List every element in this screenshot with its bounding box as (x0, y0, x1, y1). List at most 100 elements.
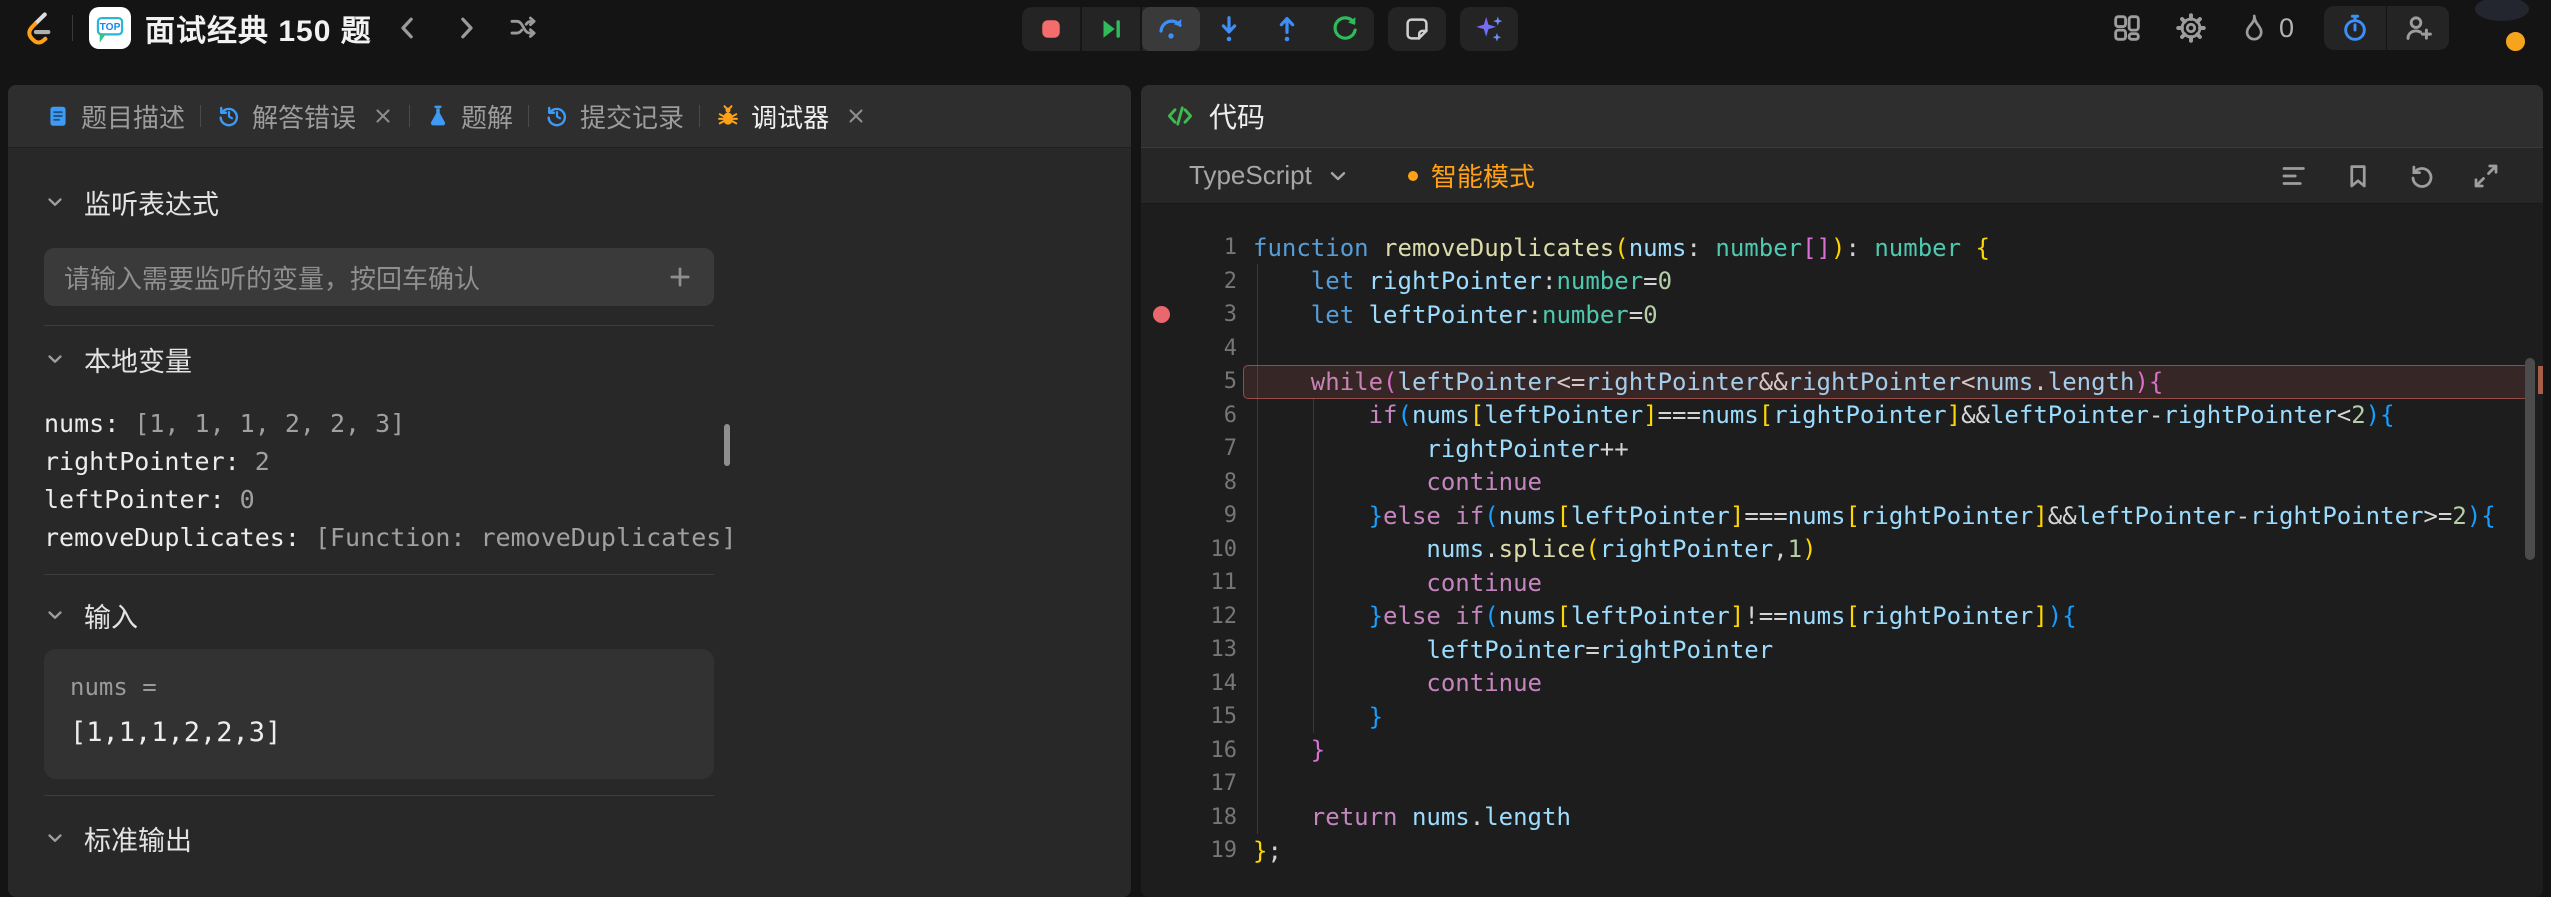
timer-button[interactable] (2324, 6, 2386, 50)
breakpoint-gutter[interactable] (1141, 306, 1181, 323)
code-line-11[interactable]: 11 continue (1141, 566, 2543, 600)
settings-gear-icon[interactable] (2174, 11, 2208, 45)
leetcode-logo-icon[interactable] (20, 10, 56, 46)
code-editor[interactable]: 1function removeDuplicates(nums: number[… (1141, 204, 2543, 897)
line-number: 11 (1181, 570, 1237, 595)
tab-wrong-answer[interactable]: 解答错误 (201, 98, 409, 135)
code-text: nums.splice(rightPointer,1) (1253, 535, 1817, 563)
tab-debugger[interactable]: 调试器 (700, 98, 882, 135)
layout-grid-icon[interactable] (2110, 11, 2144, 45)
code-line-2[interactable]: 2 let rightPointer:number=0 (1141, 265, 2543, 299)
overview-ruler-mark (2538, 366, 2543, 394)
watch-input-placeholder: 请输入需要监听的变量，按回车确认 (64, 259, 666, 296)
line-number: 9 (1181, 503, 1237, 528)
tab-solutions[interactable]: 题解 (410, 98, 528, 135)
input-section-header[interactable]: 输入 (44, 599, 714, 631)
stdout-section-header[interactable]: 标准输出 (44, 822, 714, 854)
code-line-14[interactable]: 14 continue (1141, 667, 2543, 701)
notes-button[interactable] (1388, 7, 1446, 51)
tab-label: 调试器 (751, 98, 829, 135)
daily-streak[interactable]: 0 (2238, 12, 2294, 44)
tab-problem-description[interactable]: 题目描述 (30, 98, 200, 135)
divider (44, 574, 714, 575)
close-icon[interactable] (372, 105, 394, 127)
left-panel-scrollbar[interactable] (724, 424, 730, 466)
code-line-16[interactable]: 16 } (1141, 734, 2543, 768)
code-line-19[interactable]: 19}; (1141, 834, 2543, 868)
code-panel-header: 代码 (1141, 85, 2543, 148)
tab-submissions[interactable]: 提交记录 (529, 98, 699, 135)
code-text: let rightPointer:number=0 (1253, 267, 1672, 295)
code-text: } (1253, 736, 1325, 764)
tab-label: 解答错误 (252, 98, 356, 135)
next-question-button[interactable] (444, 6, 488, 50)
code-line-18[interactable]: 18 return nums.length (1141, 801, 2543, 835)
code-text: rightPointer++ (1253, 435, 1629, 463)
code-text: }; (1253, 837, 1282, 865)
chevron-down-icon (44, 827, 66, 849)
line-number: 1 (1181, 235, 1237, 260)
stop-button[interactable] (1022, 7, 1082, 51)
locals-section-header[interactable]: 本地变量 (44, 343, 714, 375)
tab-label: 题解 (461, 98, 513, 135)
code-text: continue (1253, 569, 1542, 597)
mode-dot-icon (1408, 171, 1418, 181)
step-into-button[interactable] (1200, 7, 1258, 51)
code-line-12[interactable]: 12 }else if(nums[leftPointer]!==nums[rig… (1141, 600, 2543, 634)
continue-button[interactable] (1082, 7, 1142, 51)
bookmark-icon[interactable] (2343, 161, 2373, 191)
watch-expression-input[interactable]: 请输入需要监听的变量，按回车确认 (44, 248, 714, 306)
line-number: 6 (1181, 403, 1237, 428)
code-panel-title: 代码 (1209, 96, 1265, 136)
breakpoint-dot[interactable] (1153, 306, 1170, 323)
random-question-icon[interactable] (502, 6, 546, 50)
code-line-5[interactable]: 5 while(leftPointer<=rightPointer&&right… (1141, 365, 2543, 399)
variable-row[interactable]: nums: [1, 1, 1, 2, 2, 3] (44, 405, 714, 443)
left-panel-tab-bar: 题目描述 解答错误 题解提交记录 调试器 (8, 85, 1131, 148)
step-out-button[interactable] (1258, 7, 1316, 51)
watch-section-header[interactable]: 监听表达式 (44, 186, 714, 218)
divider (44, 325, 714, 326)
code-line-8[interactable]: 8 continue (1141, 466, 2543, 500)
variable-row[interactable]: rightPointer: 2 (44, 443, 714, 481)
editor-toolbar: TypeScript 智能模式 (1141, 148, 2543, 204)
close-icon[interactable] (845, 105, 867, 127)
previous-question-button[interactable] (386, 6, 430, 50)
restart-button[interactable] (1316, 7, 1374, 51)
step-over-button[interactable] (1142, 7, 1200, 51)
variable-value: 2 (255, 447, 270, 476)
testcase-input-card[interactable]: nums = [1,1,1,2,2,3] (44, 649, 714, 779)
avatar[interactable] (2479, 5, 2525, 51)
code-line-4[interactable]: 4 (1141, 332, 2543, 366)
code-line-10[interactable]: 10 nums.splice(rightPointer,1) (1141, 533, 2543, 567)
code-line-13[interactable]: 13 leftPointer=rightPointer (1141, 633, 2543, 667)
reset-code-icon[interactable] (2407, 161, 2437, 191)
variable-row[interactable]: removeDuplicates: [Function: removeDupli… (44, 519, 714, 557)
code-line-3[interactable]: 3 let leftPointer:number=0 (1141, 298, 2543, 332)
watch-section-title: 监听表达式 (84, 183, 219, 222)
code-text: continue (1253, 468, 1542, 496)
format-code-icon[interactable] (2279, 161, 2309, 191)
study-plan-icon[interactable]: TOP (89, 7, 131, 49)
fullscreen-icon[interactable] (2471, 161, 2501, 191)
code-line-9[interactable]: 9 }else if(nums[leftPointer]===nums[righ… (1141, 499, 2543, 533)
code-line-15[interactable]: 15 } (1141, 700, 2543, 734)
variable-row[interactable]: leftPointer: 0 (44, 481, 714, 519)
line-number: 14 (1181, 671, 1237, 696)
code-line-7[interactable]: 7 rightPointer++ (1141, 432, 2543, 466)
invite-user-button[interactable] (2387, 6, 2449, 50)
smart-mode-toggle[interactable]: 智能模式 (1408, 157, 1535, 194)
line-number: 16 (1181, 738, 1237, 763)
code-line-17[interactable]: 17 (1141, 767, 2543, 801)
language-selector[interactable]: TypeScript (1189, 160, 1350, 191)
ai-assistant-button[interactable] (1460, 7, 1518, 51)
code-line-1[interactable]: 1function removeDuplicates(nums: number[… (1141, 231, 2543, 265)
study-plan-title[interactable]: 面试经典 150 题 (145, 6, 372, 50)
testcase-param-value[interactable]: [1,1,1,2,2,3] (70, 717, 688, 748)
code-line-6[interactable]: 6 if(nums[leftPointer]===nums[rightPoint… (1141, 399, 2543, 433)
code-text: if(nums[leftPointer]===nums[rightPointer… (1253, 401, 2395, 429)
streak-count: 0 (2279, 13, 2294, 44)
line-number: 3 (1181, 302, 1237, 327)
editor-scrollbar[interactable] (2525, 358, 2535, 560)
plus-icon[interactable] (666, 263, 694, 291)
